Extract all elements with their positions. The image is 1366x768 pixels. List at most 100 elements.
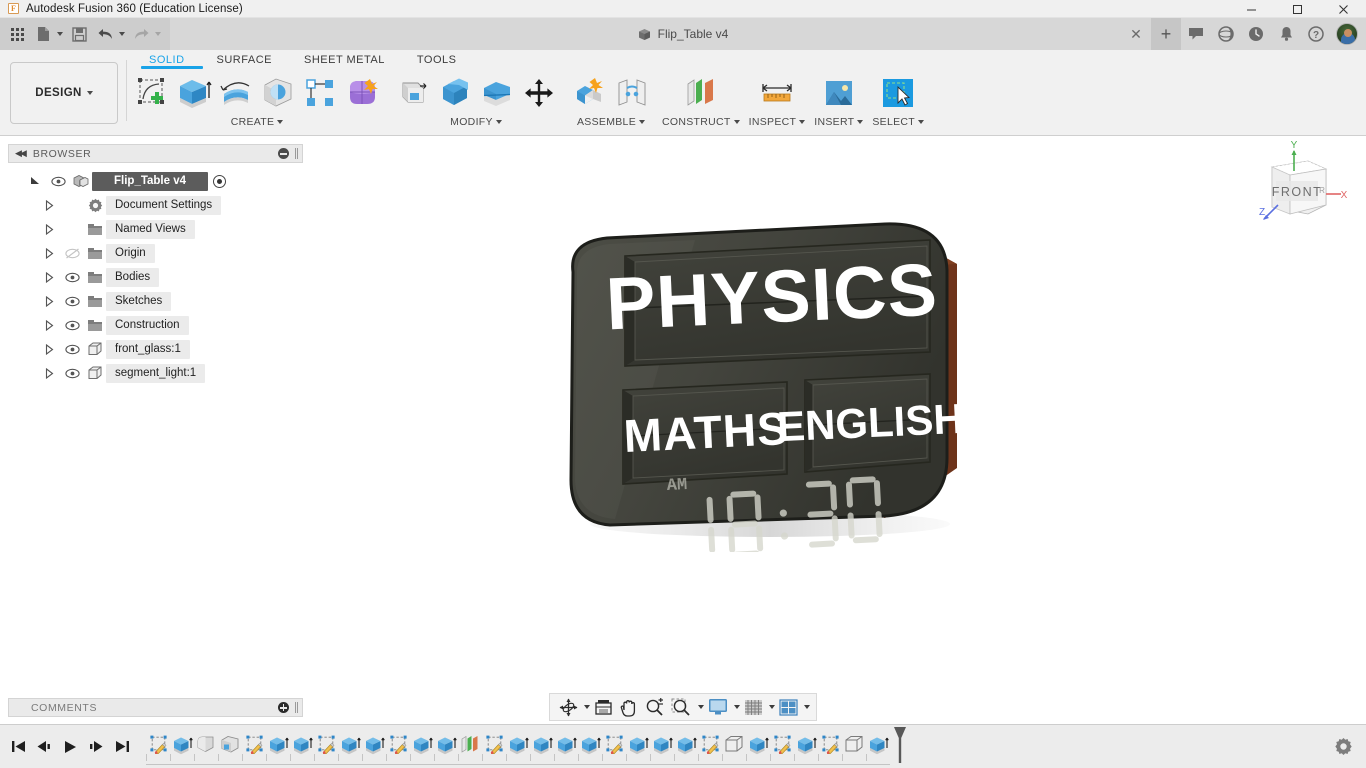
visibility-eye-icon[interactable] <box>60 296 84 307</box>
timeline-feature-sketch[interactable] <box>770 725 794 765</box>
timeline-end-marker[interactable] <box>892 725 908 765</box>
tree-item-origin[interactable]: Origin <box>8 241 303 265</box>
timeline-begin-button[interactable] <box>10 736 26 758</box>
sweep-tool[interactable] <box>257 72 299 114</box>
app-grid-button[interactable] <box>4 21 30 47</box>
tree-item-bodies[interactable]: Bodies <box>8 265 303 289</box>
timeline-step-back-button[interactable] <box>36 736 52 758</box>
timeline-feature-sketch[interactable] <box>386 725 410 765</box>
undo-button[interactable] <box>92 21 118 47</box>
expand-arrow-icon[interactable] <box>38 199 60 211</box>
tab-tools[interactable]: TOOLS <box>401 54 473 70</box>
press-pull-tool[interactable] <box>392 72 434 114</box>
timeline-feature-extrude[interactable] <box>170 725 194 765</box>
tree-item-named-views[interactable]: Named Views <box>8 217 303 241</box>
viewport[interactable]: ◀◀ BROWSER Flip_Table v4 Document Settin… <box>0 137 1366 724</box>
new-document-tab-button[interactable]: + <box>1151 18 1181 50</box>
timeline-feature-extrude[interactable] <box>410 725 434 765</box>
timeline-settings-button[interactable] <box>1320 737 1366 756</box>
expand-arrow-icon[interactable] <box>38 271 60 283</box>
timeline-feature-extrude[interactable] <box>530 725 554 765</box>
chevron-down-icon[interactable] <box>804 705 810 709</box>
form-tool[interactable] <box>341 72 383 114</box>
timeline-feature-shell[interactable] <box>218 725 242 765</box>
timeline-feature-body[interactable] <box>842 725 866 765</box>
chevron-down-icon[interactable] <box>155 32 161 36</box>
panel-construct-label[interactable]: CONSTRUCT <box>662 116 740 128</box>
joint-tool[interactable] <box>611 72 653 114</box>
timeline-feature-extrude[interactable] <box>674 725 698 765</box>
redo-button[interactable] <box>128 21 154 47</box>
comments-icon[interactable] <box>1181 18 1211 50</box>
create-sketch-tool[interactable] <box>131 72 173 114</box>
save-button[interactable] <box>66 21 92 47</box>
add-comment-icon[interactable] <box>278 702 289 713</box>
select-tool[interactable] <box>877 72 919 114</box>
timeline-feature-sketch[interactable] <box>602 725 626 765</box>
visibility-eye-icon[interactable] <box>46 176 70 187</box>
timeline-feature-sketch[interactable] <box>146 725 170 765</box>
collapse-browser-icon[interactable]: ◀◀ <box>15 148 27 159</box>
timeline-feature-sketch[interactable] <box>698 725 722 765</box>
expand-arrow-icon[interactable] <box>24 176 46 187</box>
chevron-down-icon[interactable] <box>119 32 125 36</box>
offset-plane-tool[interactable] <box>680 72 722 114</box>
timeline-feature-extrude[interactable] <box>866 725 890 765</box>
timeline-feature-extrude[interactable] <box>266 725 290 765</box>
timeline-feature-extrude[interactable] <box>506 725 530 765</box>
panel-modify-label[interactable]: MODIFY <box>450 116 502 128</box>
help-icon[interactable]: ? <box>1301 18 1331 50</box>
tree-item-sketches[interactable]: Sketches <box>8 289 303 313</box>
pan-button[interactable] <box>617 695 641 719</box>
pattern-tool[interactable] <box>299 72 341 114</box>
look-at-button[interactable] <box>591 695 616 719</box>
timeline-feature-sketch[interactable] <box>242 725 266 765</box>
measure-tool[interactable] <box>756 72 798 114</box>
visibility-eye-icon[interactable] <box>60 272 84 283</box>
expand-arrow-icon[interactable] <box>38 247 60 259</box>
timeline-feature-extrude[interactable] <box>626 725 650 765</box>
panel-create-label[interactable]: CREATE <box>231 116 284 128</box>
tree-item-document-settings[interactable]: Document Settings <box>8 193 303 217</box>
expand-arrow-icon[interactable] <box>38 223 60 235</box>
visibility-eye-icon[interactable] <box>60 320 84 331</box>
comments-resize-grip[interactable] <box>295 702 298 713</box>
timeline-feature-extrude[interactable] <box>554 725 578 765</box>
minimize-button[interactable] <box>1228 0 1274 18</box>
timeline-feature-extrude[interactable] <box>362 725 386 765</box>
close-window-button[interactable] <box>1320 0 1366 18</box>
tab-surface[interactable]: SURFACE <box>201 54 288 70</box>
move-copy-tool[interactable] <box>518 72 560 114</box>
grid-snaps-button[interactable] <box>741 695 766 719</box>
visibility-eye-icon[interactable] <box>60 344 84 355</box>
timeline-feature-extrude[interactable] <box>746 725 770 765</box>
recent-activity-icon[interactable] <box>1241 18 1271 50</box>
display-settings-button[interactable] <box>705 695 731 719</box>
combine-tool[interactable] <box>476 72 518 114</box>
view-cube[interactable]: FRONT R Y X Z <box>1248 139 1348 239</box>
chevron-down-icon[interactable] <box>584 705 590 709</box>
minimize-browser-icon[interactable] <box>278 148 289 159</box>
visibility-eye-icon[interactable] <box>60 368 84 379</box>
new-component-tool[interactable] <box>569 72 611 114</box>
timeline-feature-extrude[interactable] <box>578 725 602 765</box>
timeline-feature-sketch[interactable] <box>818 725 842 765</box>
chevron-down-icon[interactable] <box>57 32 63 36</box>
tab-sheet-metal[interactable]: SHEET METAL <box>288 54 401 70</box>
insert-image-tool[interactable] <box>818 72 860 114</box>
maximize-button[interactable] <box>1274 0 1320 18</box>
timeline-play-button[interactable] <box>62 736 78 758</box>
expand-arrow-icon[interactable] <box>38 319 60 331</box>
panel-assemble-label[interactable]: ASSEMBLE <box>577 116 645 128</box>
extrude-tool[interactable] <box>173 72 215 114</box>
tree-item-construction[interactable]: Construction <box>8 313 303 337</box>
browser-resize-grip[interactable] <box>295 148 298 159</box>
new-file-button[interactable] <box>30 21 56 47</box>
chevron-down-icon[interactable] <box>698 705 704 709</box>
timeline-feature-sketch[interactable] <box>482 725 506 765</box>
panel-select-label[interactable]: SELECT <box>872 116 925 128</box>
timeline-feature-extrude[interactable] <box>650 725 674 765</box>
expand-arrow-icon[interactable] <box>38 343 60 355</box>
workspace-selector[interactable]: DESIGN <box>10 62 118 124</box>
job-status-icon[interactable] <box>1211 18 1241 50</box>
